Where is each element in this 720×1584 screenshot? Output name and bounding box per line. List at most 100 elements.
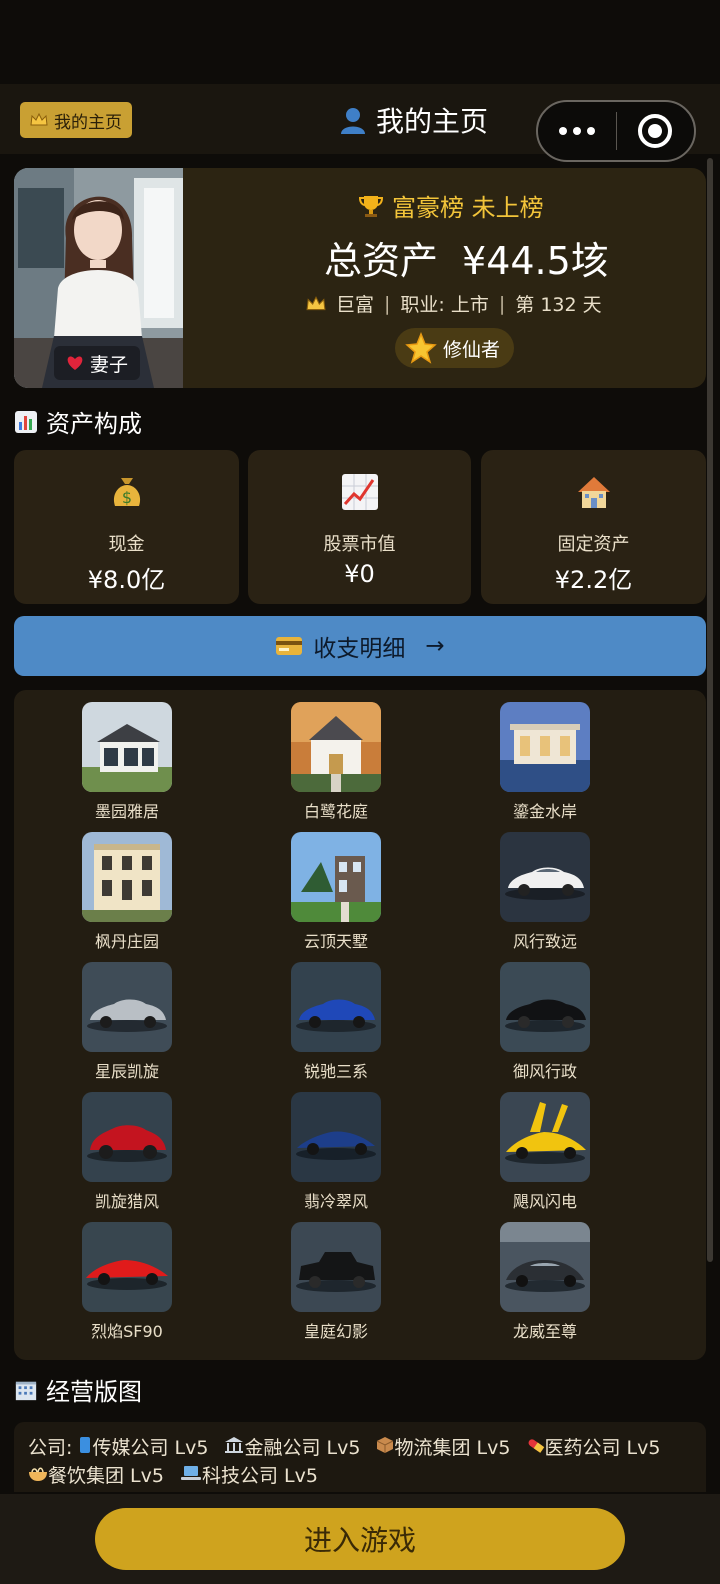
mini-program-capsule — [536, 100, 696, 162]
home-badge[interactable]: 我的主页 — [20, 102, 132, 138]
car-image — [500, 1222, 590, 1312]
divider: | — [384, 292, 391, 315]
arrow-right-icon: → — [425, 633, 445, 659]
home-badge-label: 我的主页 — [54, 112, 122, 133]
gallery-item[interactable]: 翡冷翠风 — [266, 1080, 406, 1211]
gallery-label: 白鹭花庭 — [303, 802, 368, 821]
gallery-label: 龙威至尊 — [512, 1322, 577, 1341]
company-item[interactable]: 物流集团 Lv5 — [376, 1437, 510, 1459]
page-title-text: 我的主页 — [376, 105, 489, 138]
property-image — [82, 702, 172, 792]
asset-label: 固定资产 — [557, 534, 630, 555]
property-gallery: 墨园雅居 白鹭花庭 鎏金水岸 枫丹庄园 云顶天墅 风行致远 星辰凯旋 锐驰三系 … — [14, 690, 706, 1360]
car-image — [500, 1092, 590, 1182]
bottom-bar: 进入游戏 — [0, 1494, 720, 1584]
total-assets-label: 总资产 — [324, 239, 439, 283]
property-image — [291, 832, 381, 922]
income-expense-button[interactable]: 收支明细 → — [14, 616, 706, 676]
asset-card-cash[interactable]: $ 现金 ¥8.0亿 — [14, 450, 239, 604]
glowing-star-icon — [405, 332, 437, 364]
noodle-bowl-icon — [29, 1467, 47, 1481]
asset-card-stocks[interactable]: 股票市值 ¥0 — [248, 450, 471, 604]
business-section-title: 经营版图 — [14, 1372, 142, 1407]
gallery-item[interactable]: 枫丹庄园 — [57, 820, 197, 951]
pill-icon — [528, 1439, 544, 1453]
company-item[interactable]: 医药公司 Lv5 — [527, 1437, 660, 1459]
wife-portrait[interactable]: 妻子 — [14, 168, 183, 388]
bank-icon — [225, 1437, 244, 1453]
gallery-item[interactable]: 星辰凯旋 — [57, 950, 197, 1081]
svg-text:$: $ — [121, 488, 131, 507]
scrollbar[interactable] — [707, 158, 713, 1262]
gallery-item[interactable]: 风行致远 — [475, 820, 615, 951]
gallery-item[interactable]: 烈焰SF90 — [57, 1210, 197, 1341]
gallery-label: 烈焰SF90 — [91, 1322, 163, 1341]
divider: | — [498, 292, 506, 315]
gallery-label: 枫丹庄园 — [94, 932, 159, 951]
asset-card-fixed[interactable]: 固定资产 ¥2.2亿 — [481, 450, 706, 604]
title-badge[interactable]: 修仙者 — [395, 328, 515, 368]
gallery-item[interactable]: 云顶天墅 — [266, 820, 406, 951]
day-count: 第 132 天 — [515, 294, 602, 316]
gallery-item[interactable]: 锐驰三系 — [266, 950, 406, 1081]
total-assets: 总资产 ¥44.5垓 — [324, 230, 609, 285]
phone-icon — [80, 1437, 91, 1453]
heart-icon — [67, 356, 83, 370]
income-expense-label: 收支明细 — [313, 636, 406, 662]
gallery-label: 锐驰三系 — [303, 1062, 368, 1081]
company-label: 金融公司 Lv5 — [244, 1437, 361, 1459]
top-header: 我的主页 我的主页 — [0, 84, 720, 162]
gallery-item[interactable]: 墨园雅居 — [57, 690, 197, 821]
gallery-item[interactable]: 皇庭幻影 — [266, 1210, 406, 1341]
page-title: 我的主页 — [338, 100, 488, 140]
gallery-label: 云顶天墅 — [303, 932, 368, 951]
gallery-item[interactable]: 白鹭花庭 — [266, 690, 406, 821]
more-menu-icon[interactable] — [538, 127, 616, 135]
company-item[interactable]: 科技公司 Lv5 — [180, 1465, 318, 1487]
laptop-icon — [181, 1466, 202, 1480]
company-label: 科技公司 Lv5 — [202, 1465, 318, 1487]
company-label: 物流集团 Lv5 — [394, 1437, 511, 1459]
career: 职业: 上市 — [400, 294, 489, 316]
total-assets-value: ¥44.5垓 — [462, 239, 609, 283]
car-image — [291, 962, 381, 1052]
enter-game-button[interactable]: 进入游戏 — [95, 1508, 625, 1570]
wife-label: 妻子 — [90, 353, 129, 376]
title-badge-label: 修仙者 — [443, 338, 501, 361]
package-icon — [377, 1437, 394, 1453]
car-image — [500, 962, 590, 1052]
company-item[interactable]: 餐饮集团 Lv5 — [28, 1465, 164, 1487]
company-item[interactable]: 金融公司 Lv5 — [224, 1437, 360, 1459]
user-icon — [341, 108, 365, 134]
car-image — [500, 832, 590, 922]
gallery-label: 鎏金水岸 — [512, 802, 577, 821]
crown-icon — [306, 295, 326, 310]
car-image — [291, 1092, 381, 1182]
asset-value: ¥8.0亿 — [87, 566, 166, 594]
gallery-item[interactable]: 鎏金水岸 — [475, 690, 615, 821]
stock-chart-icon — [340, 472, 380, 521]
business-section-label: 经营版图 — [46, 1378, 142, 1406]
company-item[interactable]: 传媒公司 Lv5 — [78, 1437, 208, 1459]
property-image — [500, 702, 590, 792]
gallery-label: 飓风闪电 — [512, 1192, 577, 1211]
profile-stats: 巨富 | 职业: 上市 | 第 132 天 — [306, 290, 602, 317]
office-building-icon — [15, 1381, 37, 1400]
car-image — [82, 962, 172, 1052]
gallery-label: 翡冷翠风 — [303, 1192, 368, 1211]
gallery-item[interactable]: 飓风闪电 — [475, 1080, 615, 1211]
crown-icon — [30, 113, 48, 126]
credit-card-icon — [276, 637, 303, 655]
gallery-label: 御风行政 — [512, 1062, 577, 1081]
close-program-icon[interactable] — [617, 114, 695, 148]
wealth-level: 巨富 — [336, 294, 375, 316]
gallery-item[interactable]: 凯旋猎风 — [57, 1080, 197, 1211]
rich-list-rank[interactable]: 富豪榜 未上榜 — [358, 188, 544, 223]
asset-value: ¥2.2亿 — [554, 566, 633, 594]
assets-section-label: 资产构成 — [46, 410, 142, 438]
bar-chart-icon — [15, 410, 37, 433]
gallery-item[interactable]: 御风行政 — [475, 950, 615, 1081]
gallery-item[interactable]: 龙威至尊 — [475, 1210, 615, 1341]
trophy-icon — [358, 195, 384, 217]
asset-label: 股票市值 — [323, 534, 396, 555]
